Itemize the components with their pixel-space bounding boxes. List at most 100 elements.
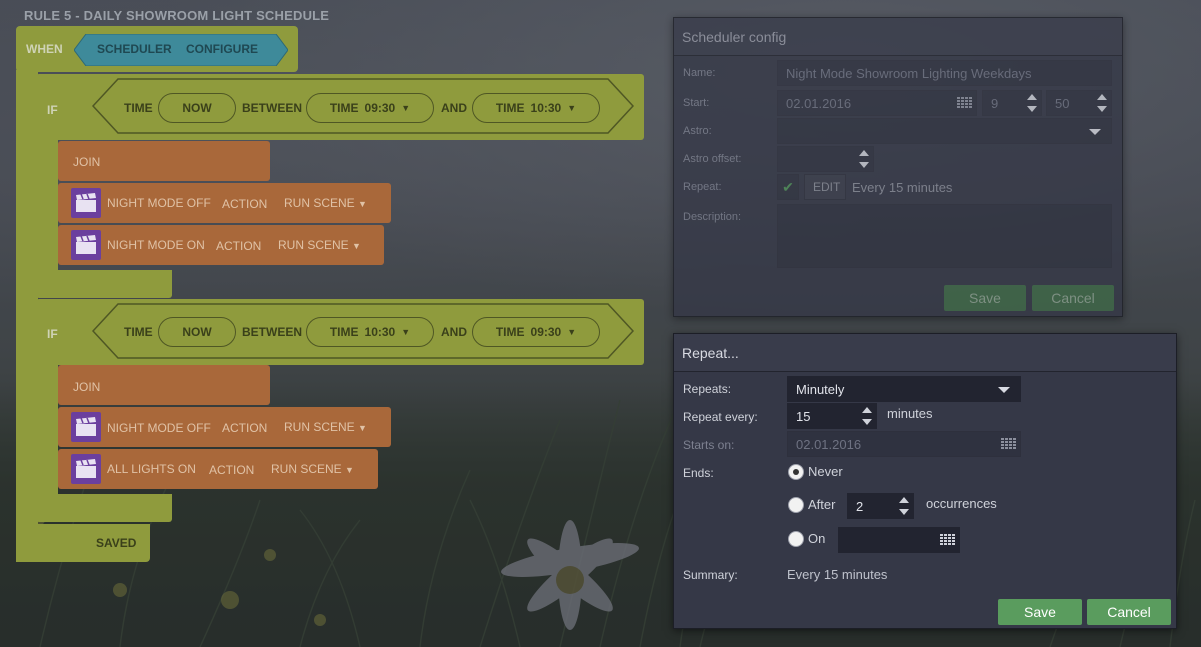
saved-status: SAVED bbox=[96, 536, 137, 550]
repeat-dialog: Repeat... Repeats: Minutely Repeat every… bbox=[673, 333, 1177, 629]
stepper-arrows-icon[interactable] bbox=[1097, 94, 1107, 112]
stepper-arrows-icon[interactable] bbox=[1027, 94, 1037, 112]
action-name-1a: NIGHT MODE OFF bbox=[107, 196, 211, 210]
scheduler-config-header: Scheduler config bbox=[674, 18, 1122, 56]
scene-clapperboard-icon bbox=[71, 188, 101, 218]
chevron-down-icon: ▼ bbox=[567, 327, 577, 337]
ends-after-radio[interactable] bbox=[788, 497, 804, 513]
start-date-value: 02.01.2016 bbox=[786, 95, 852, 111]
astro-select[interactable] bbox=[777, 118, 1112, 144]
starts-on-label: Starts on: bbox=[683, 438, 735, 452]
join-label-1: JOIN bbox=[73, 155, 101, 169]
time-label-2: TIME bbox=[124, 325, 153, 339]
calendar-icon[interactable] bbox=[1000, 437, 1016, 451]
repeat-checkbox[interactable]: ✔ bbox=[777, 174, 799, 200]
time-start-label-1: TIME bbox=[329, 101, 359, 115]
repeat-every-value: 15 bbox=[796, 408, 811, 424]
ends-after-value: 2 bbox=[856, 498, 864, 514]
repeat-summary: Every 15 minutes bbox=[852, 180, 953, 195]
astro-offset-label: Astro offset: bbox=[683, 153, 742, 165]
chevron-down-icon bbox=[1089, 129, 1101, 135]
scheduler-save-button[interactable]: Save bbox=[944, 285, 1026, 311]
repeat-save-button[interactable]: Save bbox=[998, 599, 1082, 625]
when-label: WHEN bbox=[26, 42, 63, 56]
action-name-2a: NIGHT MODE OFF bbox=[107, 421, 211, 435]
run-scene-dropdown-1b[interactable]: RUN SCENE ▼ bbox=[278, 238, 361, 252]
stepper-arrows-icon[interactable] bbox=[862, 407, 872, 425]
occurrences-label: occurrences bbox=[926, 496, 997, 511]
ends-on-date-input[interactable] bbox=[838, 527, 960, 553]
astro-label: Astro: bbox=[683, 125, 712, 137]
repeat-cancel-button[interactable]: Cancel bbox=[1087, 599, 1171, 625]
time-end-value-2: 09:30 bbox=[530, 325, 562, 339]
time-start-field-1[interactable]: TIME 09:30 ▼ bbox=[306, 93, 434, 123]
configure-button[interactable]: CONFIGURE bbox=[186, 42, 258, 56]
calendar-icon[interactable] bbox=[956, 96, 972, 110]
time-end-field-1[interactable]: TIME 10:30 ▼ bbox=[472, 93, 600, 123]
chevron-down-icon: ▼ bbox=[401, 103, 411, 113]
chevron-down-icon: ▼ bbox=[567, 103, 577, 113]
ends-after-label: After bbox=[808, 497, 836, 512]
starts-on-input[interactable]: 02.01.2016 bbox=[787, 431, 1021, 457]
repeat-dialog-header: Repeat... bbox=[674, 334, 1176, 372]
repeats-select[interactable]: Minutely bbox=[787, 376, 1021, 402]
scheduler-config-dialog: Scheduler config Name: Night Mode Showro… bbox=[673, 17, 1123, 317]
scene-clapperboard-icon bbox=[71, 412, 101, 442]
name-input[interactable]: Night Mode Showroom Lighting Weekdays bbox=[777, 60, 1112, 86]
now-field-1[interactable]: NOW bbox=[158, 93, 236, 123]
scheduler-cancel-label: Cancel bbox=[1051, 290, 1095, 306]
time-start-value-1: 09:30 bbox=[364, 101, 396, 115]
join-label-2: JOIN bbox=[73, 380, 101, 394]
summary-value: Every 15 minutes bbox=[787, 567, 888, 582]
calendar-icon[interactable] bbox=[939, 533, 955, 547]
ends-after-input[interactable]: 2 bbox=[847, 493, 914, 519]
repeats-select-value: Minutely bbox=[796, 381, 845, 397]
repeat-save-label: Save bbox=[1024, 604, 1056, 620]
scheduler-cancel-button[interactable]: Cancel bbox=[1032, 285, 1114, 311]
astro-offset-input[interactable] bbox=[777, 146, 874, 172]
scheduler-config-title: Scheduler config bbox=[682, 28, 787, 45]
now-value-1: NOW bbox=[182, 101, 212, 115]
between-label-2: BETWEEN bbox=[242, 325, 302, 339]
now-field-2[interactable]: NOW bbox=[158, 317, 236, 347]
action-label-2b: ACTION bbox=[209, 463, 255, 477]
if-label-2: IF bbox=[47, 327, 58, 341]
ends-never-radio[interactable] bbox=[788, 464, 804, 480]
ends-on-radio[interactable] bbox=[788, 531, 804, 547]
when-block-body bbox=[16, 70, 38, 562]
start-date-input[interactable]: 02.01.2016 bbox=[777, 90, 977, 116]
description-textarea[interactable] bbox=[777, 204, 1112, 268]
chevron-down-icon: ▼ bbox=[401, 327, 411, 337]
run-scene-dropdown-1a[interactable]: RUN SCENE ▼ bbox=[284, 196, 367, 210]
time-start-field-2[interactable]: TIME 10:30 ▼ bbox=[306, 317, 434, 347]
stepper-arrows-icon[interactable] bbox=[859, 150, 869, 168]
action-label-1a: ACTION bbox=[222, 197, 268, 211]
run-scene-label-1b: RUN SCENE bbox=[278, 238, 349, 252]
run-scene-dropdown-2b[interactable]: RUN SCENE ▼ bbox=[271, 462, 354, 476]
if-block-2-foot bbox=[36, 494, 172, 522]
scene-clapperboard-icon bbox=[71, 230, 101, 260]
and-label-2: AND bbox=[441, 325, 467, 339]
time-end-label-2: TIME bbox=[495, 325, 525, 339]
time-end-field-2[interactable]: TIME 09:30 ▼ bbox=[472, 317, 600, 347]
action-name-1b: NIGHT MODE ON bbox=[107, 238, 205, 252]
scheduler-label: SCHEDULER bbox=[97, 42, 172, 56]
run-scene-label-1a: RUN SCENE bbox=[284, 196, 355, 210]
repeat-edit-button[interactable]: EDIT bbox=[804, 174, 846, 200]
repeat-cancel-label: Cancel bbox=[1107, 604, 1151, 620]
repeat-edit-label: EDIT bbox=[813, 180, 841, 194]
start-hour-input[interactable]: 9 bbox=[982, 90, 1042, 116]
and-label-1: AND bbox=[441, 101, 467, 115]
action-label-1b: ACTION bbox=[216, 239, 262, 253]
run-scene-dropdown-2a[interactable]: RUN SCENE ▼ bbox=[284, 420, 367, 434]
start-hour-value: 9 bbox=[991, 95, 999, 111]
description-label: Description: bbox=[683, 211, 742, 223]
repeats-label: Repeats: bbox=[683, 382, 732, 396]
start-minute-input[interactable]: 50 bbox=[1046, 90, 1112, 116]
start-minute-value: 50 bbox=[1055, 95, 1070, 111]
run-scene-label-2b: RUN SCENE bbox=[271, 462, 342, 476]
time-start-label-2: TIME bbox=[329, 325, 359, 339]
repeat-every-input[interactable]: 15 bbox=[787, 403, 877, 429]
scene-clapperboard-icon bbox=[71, 454, 101, 484]
stepper-arrows-icon[interactable] bbox=[899, 497, 909, 515]
